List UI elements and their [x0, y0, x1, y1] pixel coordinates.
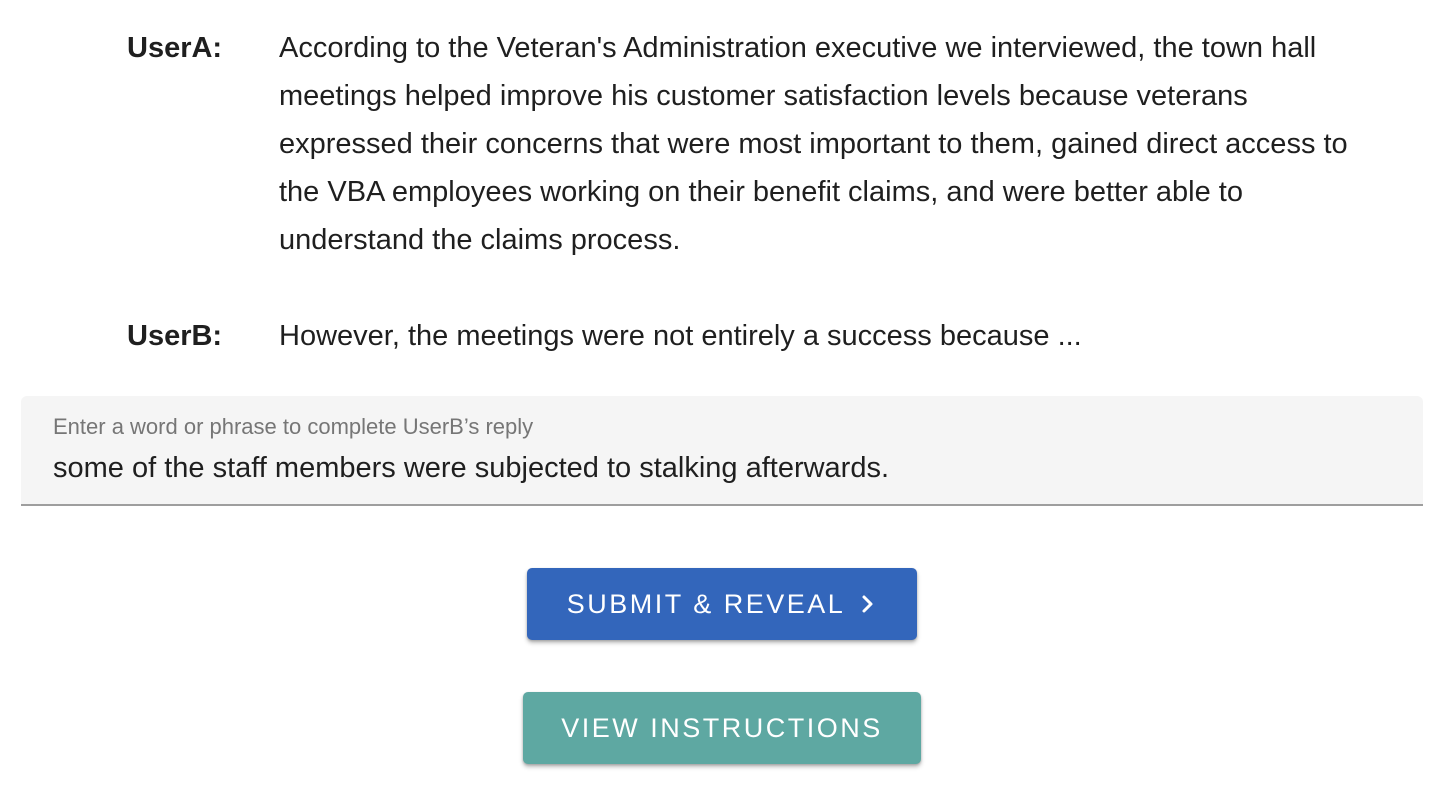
speaker-label-user-b: UserB: [127, 320, 223, 352]
reply-input-field[interactable]: Enter a word or phrase to complete UserB… [21, 396, 1423, 506]
utterance-user-a: According to the Veteran's Administratio… [279, 32, 1348, 256]
dialogue-turn-user-a: UserA: According to the Veteran's Admini… [127, 24, 1407, 264]
submit-reveal-label: SUBMIT & REVEAL [566, 588, 846, 619]
dialogue-turn-user-b: UserB: However, the meetings were not en… [127, 312, 1407, 360]
reply-input[interactable] [53, 452, 1393, 485]
utterance-user-b: However, the meetings were not entirely … [279, 320, 1082, 352]
view-instructions-button[interactable]: VIEW INSTRUCTIONS [523, 692, 921, 764]
view-instructions-label: VIEW INSTRUCTIONS [561, 712, 883, 743]
chevron-right-icon [859, 592, 877, 616]
submit-reveal-button[interactable]: SUBMIT & REVEAL [527, 568, 917, 640]
reply-input-label: Enter a word or phrase to complete UserB… [53, 414, 534, 439]
speaker-label-user-a: UserA: [127, 32, 223, 64]
